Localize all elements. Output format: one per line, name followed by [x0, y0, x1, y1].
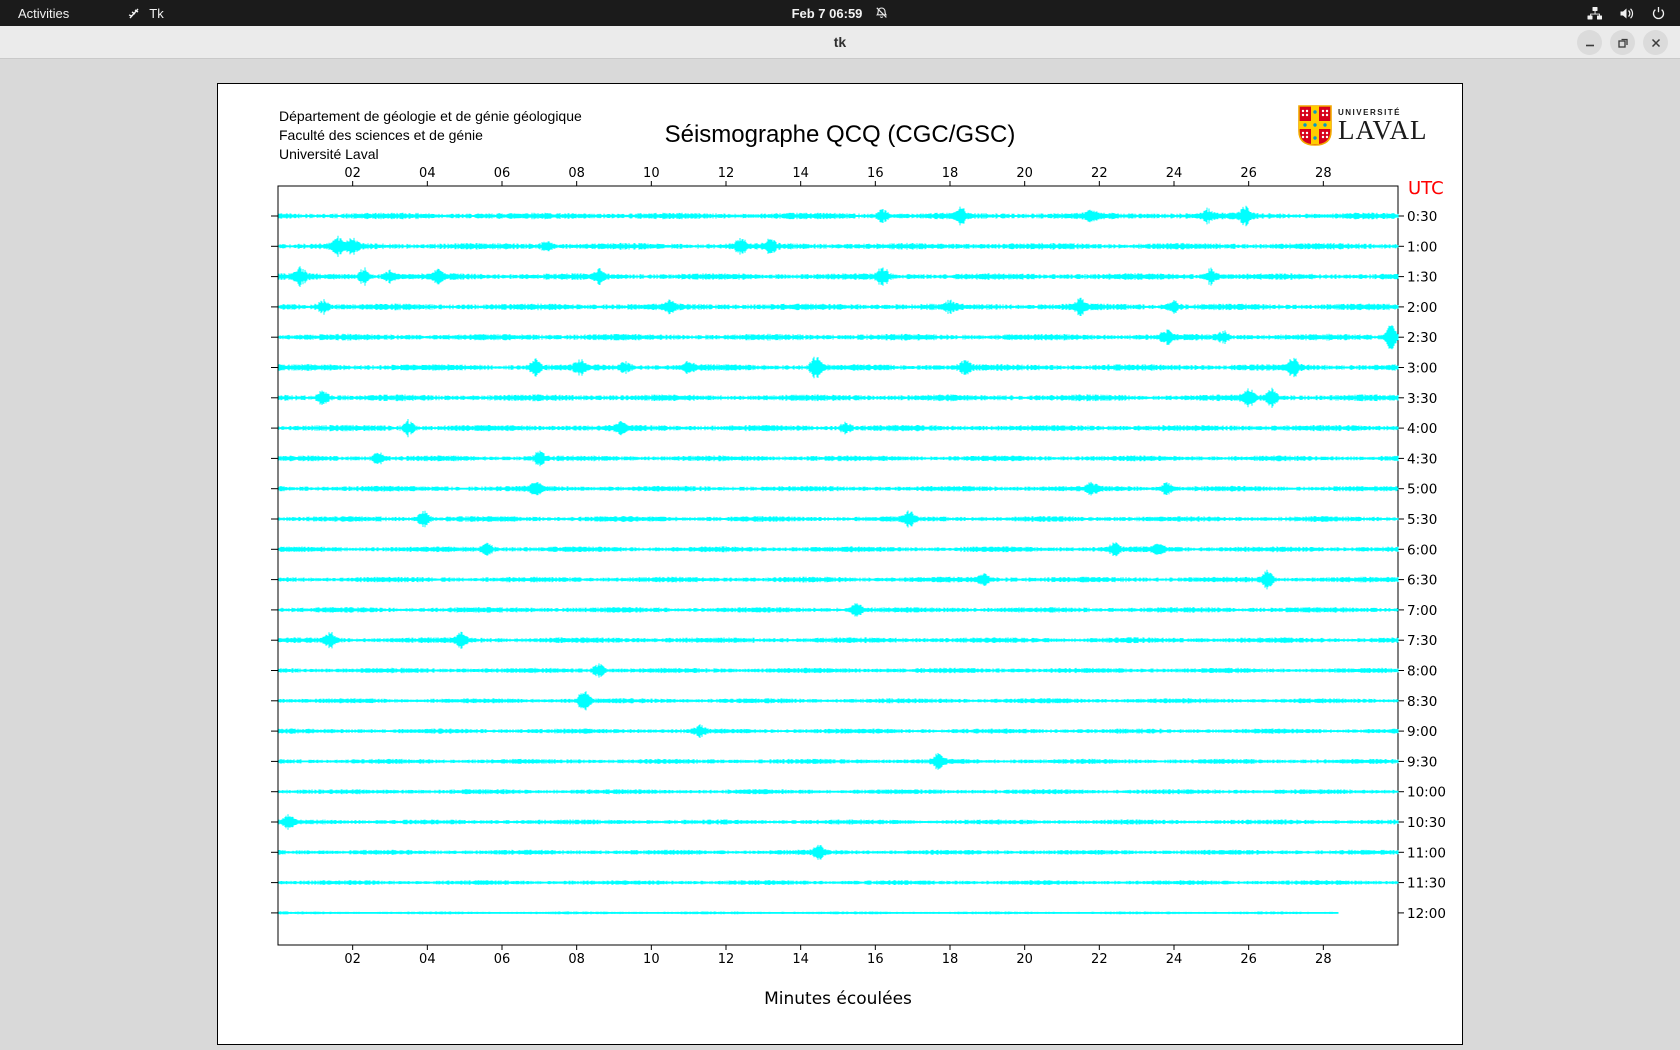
trace-time-label: 0:30 [1407, 209, 1437, 225]
x-tick-label-bottom: 26 [1240, 952, 1257, 967]
notifications-muted-icon [874, 6, 888, 20]
x-tick-label-top: 12 [718, 166, 735, 181]
plot-box [277, 185, 1399, 946]
utc-label: UTC [1408, 178, 1444, 199]
tk-window-body: Département de géologie et de génie géol… [0, 59, 1680, 1050]
trace-time-label: 9:00 [1407, 724, 1437, 740]
x-tick-label-top: 02 [344, 166, 361, 181]
network-icon [1587, 6, 1603, 21]
x-tick-label-bottom: 18 [942, 952, 959, 967]
window-title: tk [833, 34, 847, 50]
tk-app-icon [127, 6, 142, 21]
activities-button[interactable]: Activities [0, 0, 87, 26]
trace-time-label: 7:30 [1407, 633, 1437, 649]
trace-time-label: 11:00 [1407, 845, 1446, 861]
x-tick-label-top: 28 [1315, 166, 1332, 181]
close-icon [1651, 38, 1660, 47]
trace-time-label: 10:30 [1407, 815, 1446, 831]
x-tick-label-bottom: 22 [1091, 952, 1108, 967]
helicorder-plot: 02 02 04 04 06 06 08 08 10 10 12 12 14 14 16 16 18 18 20 20… [271, 166, 1446, 1009]
trace-time-label: 8:30 [1407, 694, 1437, 710]
trace-time-label: 4:00 [1407, 421, 1437, 437]
trace-time-label: 1:00 [1407, 239, 1437, 255]
x-tick-label-top: 04 [419, 166, 436, 181]
trace-time-label: 12:00 [1407, 906, 1446, 922]
restore-icon [1617, 38, 1628, 48]
trace-time-label: 1:30 [1407, 270, 1437, 286]
x-tick-label-top: 10 [643, 166, 660, 181]
x-tick-label-top: 26 [1240, 166, 1257, 181]
x-tick-label-bottom: 28 [1315, 952, 1332, 967]
x-tick-label-top: 20 [1016, 166, 1033, 181]
x-tick-label-top: 24 [1166, 166, 1183, 181]
x-tick-label-bottom: 10 [643, 952, 660, 967]
tk-app-label: Tk [149, 5, 164, 21]
trace-time-label: 5:00 [1407, 482, 1437, 498]
trace-time-label: 6:30 [1407, 573, 1437, 589]
x-tick-label-top: 14 [792, 166, 809, 181]
seismograph-canvas: Département de géologie et de génie géol… [217, 83, 1463, 1045]
trace-time-label: 8:00 [1407, 664, 1437, 680]
clock-menu[interactable]: Feb 7 06:59 [792, 6, 889, 21]
trace-time-label: 2:30 [1407, 330, 1437, 346]
gnome-top-bar: Activities Tk Feb 7 06:59 [0, 0, 1680, 26]
trace-time-label: 7:00 [1407, 603, 1437, 619]
x-tick-label-bottom: 20 [1016, 952, 1033, 967]
x-tick-label-top: 08 [568, 166, 585, 181]
x-tick-label-bottom: 06 [494, 952, 511, 967]
x-tick-label-top: 06 [494, 166, 511, 181]
x-axis-title: Minutes écoulées [764, 989, 912, 1009]
trace-time-label: 5:30 [1407, 512, 1437, 528]
x-tick-label-bottom: 08 [568, 952, 585, 967]
volume-icon [1619, 6, 1635, 21]
x-tick-label-bottom: 24 [1166, 952, 1183, 967]
x-tick-label-top: 16 [867, 166, 884, 181]
system-status-area[interactable] [1587, 6, 1666, 21]
x-tick-label-bottom: 14 [792, 952, 809, 967]
trace-time-label: 10:00 [1407, 785, 1446, 801]
x-tick-label-bottom: 12 [718, 952, 735, 967]
minimize-icon [1585, 44, 1594, 46]
trace-time-label: 11:30 [1407, 876, 1446, 892]
trace-time-label: 3:30 [1407, 391, 1437, 407]
close-button[interactable] [1643, 30, 1668, 55]
trace-time-label: 3:00 [1407, 361, 1437, 377]
trace-time-label: 2:00 [1407, 300, 1437, 316]
maximize-button[interactable] [1610, 30, 1635, 55]
x-tick-label-bottom: 04 [419, 952, 436, 967]
x-tick-label-top: 22 [1091, 166, 1108, 181]
activities-label: Activities [18, 5, 70, 21]
x-tick-label-bottom: 02 [344, 952, 361, 967]
minimize-button[interactable] [1577, 30, 1602, 55]
window-title-bar[interactable]: tk [0, 26, 1680, 59]
power-icon [1651, 6, 1666, 21]
app-menu-tk[interactable]: Tk [119, 0, 171, 26]
trace-time-label: 9:30 [1407, 754, 1437, 770]
x-tick-label-top: 18 [942, 166, 959, 181]
trace-time-label: 6:00 [1407, 542, 1437, 558]
x-tick-label-bottom: 16 [867, 952, 884, 967]
clock-label: Feb 7 06:59 [791, 5, 863, 21]
trace-time-label: 4:30 [1407, 451, 1437, 467]
